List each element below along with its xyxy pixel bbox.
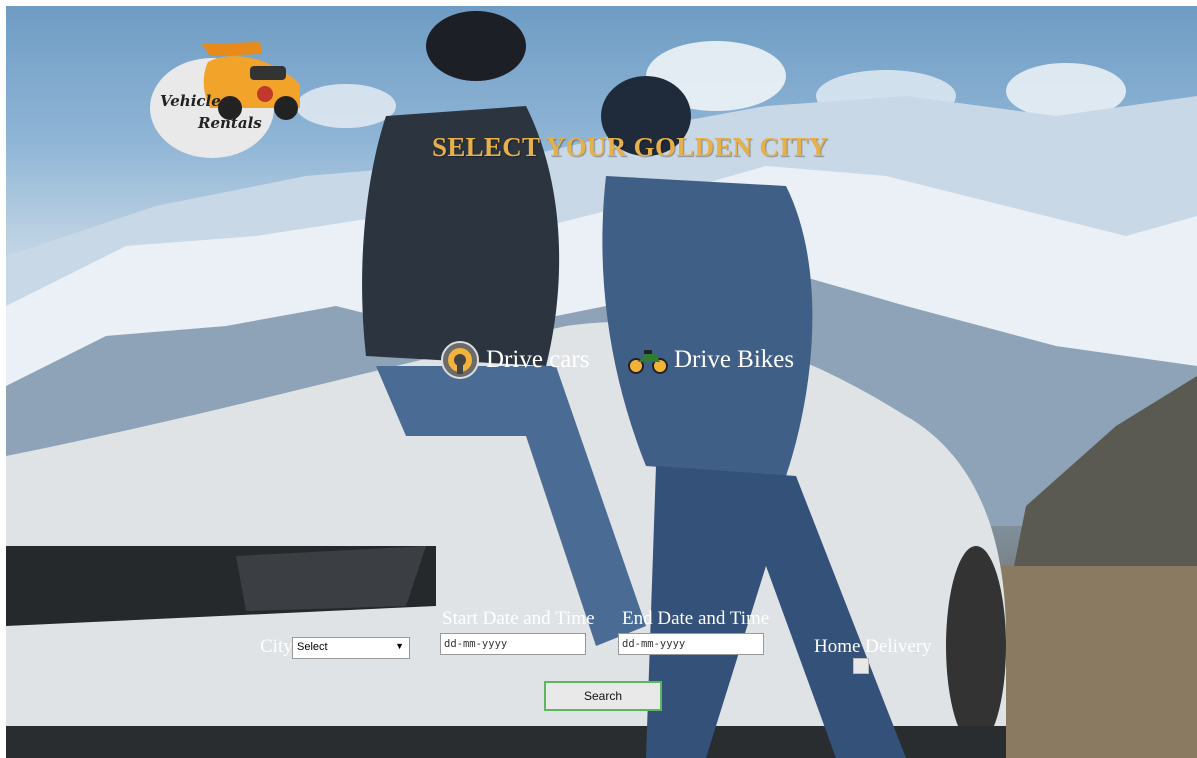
city-select[interactable]: Select ▼ (292, 637, 410, 659)
start-date-placeholder: dd-mm-yyyy (444, 638, 508, 650)
logo-text-line2: Rentals (198, 114, 262, 132)
logo-text-line1: Vehicle (160, 92, 221, 110)
drive-bikes-label: Drive Bikes (674, 346, 795, 373)
home-delivery-checkbox[interactable] (853, 658, 869, 674)
city-select-value: Select (297, 641, 328, 653)
page-title: SELECT YOUR GOLDEN CITY (432, 132, 829, 162)
drive-cars-option[interactable]: Drive cars (440, 340, 589, 380)
brand-logo[interactable]: Vehicle Rentals (150, 22, 310, 162)
end-date-placeholder: dd-mm-yyyy (622, 638, 686, 650)
chevron-down-icon: ▼ (395, 641, 404, 651)
city-label: City (260, 636, 293, 657)
drive-bikes-option[interactable]: Drive Bikes (628, 340, 794, 380)
start-date-label: Start Date and Time (442, 608, 595, 629)
start-date-input[interactable]: dd-mm-yyyy (440, 633, 586, 655)
search-button[interactable]: Search (544, 681, 662, 711)
end-date-input[interactable]: dd-mm-yyyy (618, 633, 764, 655)
end-date-label: End Date and Time (622, 608, 770, 629)
steering-wheel-icon (441, 341, 479, 379)
home-delivery-label: Home Delivery (814, 636, 932, 657)
motorbike-icon (628, 350, 668, 374)
drive-cars-label: Drive cars (486, 346, 590, 373)
